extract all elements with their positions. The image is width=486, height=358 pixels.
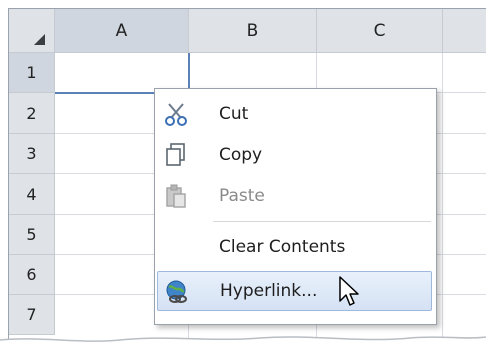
row-header-5[interactable]: 5 [9,215,55,255]
paste-icon [166,184,186,208]
menu-item-copy[interactable]: Copy [157,135,432,175]
menu-item-cut-label: Cut [219,104,249,124]
row-header-2[interactable]: 2 [9,93,55,134]
mouse-pointer-icon [339,276,359,306]
menu-item-clear-contents-label: Clear Contents [219,237,346,257]
menu-item-clear-contents[interactable]: Clear Contents [157,227,432,267]
row-header-3[interactable]: 3 [9,134,55,174]
scissors-icon [165,103,187,126]
menu-item-cut[interactable]: Cut [157,94,432,134]
copy-icon [166,143,185,166]
row-header-4[interactable]: 4 [9,174,55,215]
menu-item-hyperlink[interactable]: Hyperlink... [157,271,432,311]
row-header-6[interactable]: 6 [9,255,55,295]
column-header-a[interactable]: A [55,9,189,53]
context-menu: Cut Copy Paste Clear Contents Hyperlink.… [154,88,437,325]
column-header-next[interactable] [443,9,486,53]
menu-separator [213,221,431,222]
menu-item-copy-label: Copy [219,145,263,165]
column-header-c[interactable]: C [317,9,443,53]
hyperlink-globe-icon [166,280,187,303]
select-all-triangle-icon [34,34,45,45]
gridline [442,53,443,353]
select-all-corner[interactable] [9,9,55,53]
menu-item-paste-label: Paste [219,186,265,206]
menu-item-paste[interactable]: Paste [157,176,432,216]
row-header-1[interactable]: 1 [9,53,55,93]
column-header-b[interactable]: B [189,9,317,53]
menu-item-hyperlink-label: Hyperlink... [220,281,318,301]
